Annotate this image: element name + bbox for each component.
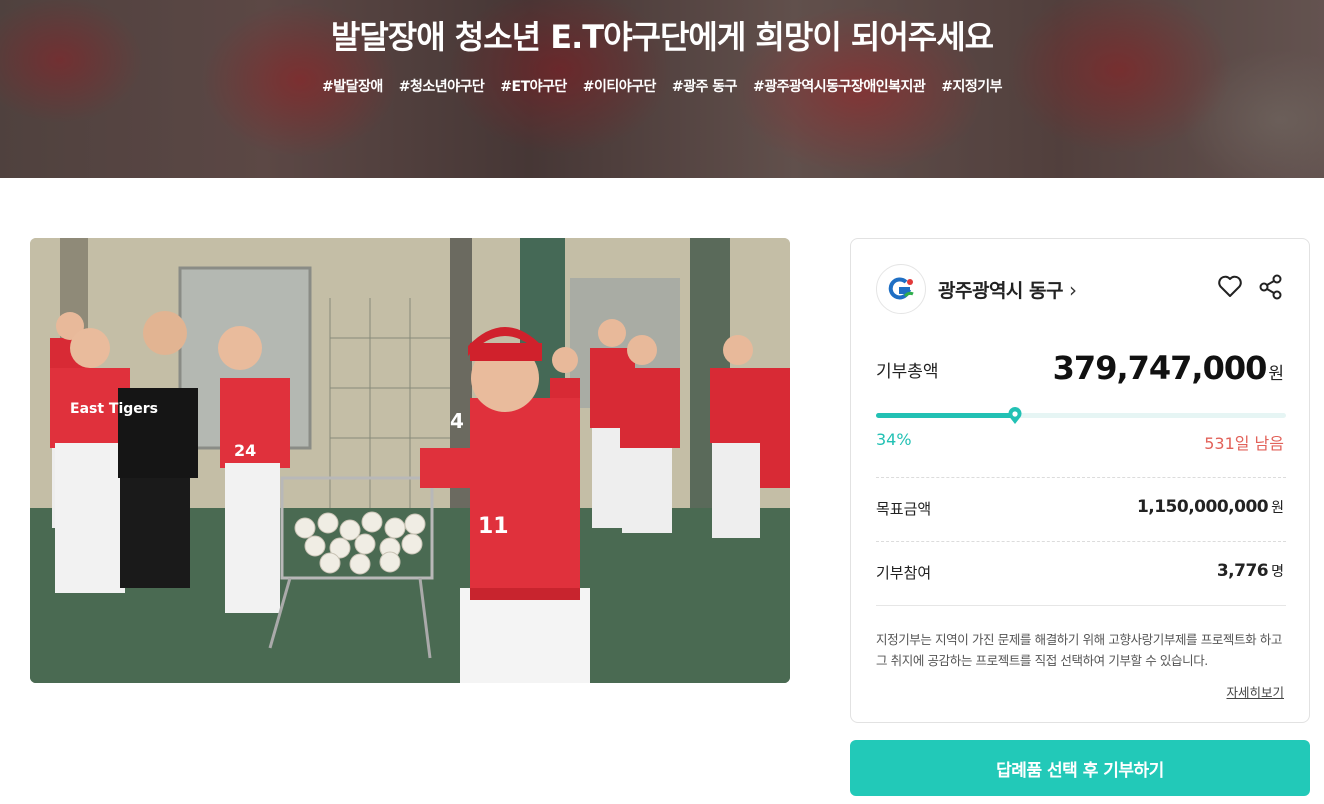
hashtag[interactable]: #광주광역시동구장애인복지관 <box>753 76 926 96</box>
project-photo: East Tigers 24 11 4 <box>30 238 790 683</box>
progress-fill <box>876 413 1016 418</box>
org-name-link[interactable]: 광주광역시 동구 › <box>938 276 1077 303</box>
org-logo[interactable] <box>876 264 926 314</box>
participants-unit: 명 <box>1271 564 1284 580</box>
divider <box>876 541 1286 542</box>
baseball-team-illustration: East Tigers 24 11 4 <box>30 238 790 683</box>
donation-info-card: 광주광역시 동구 › 기부총액 379,747,000 원 34% 531일 남… <box>850 238 1310 723</box>
divider <box>876 605 1286 606</box>
progress-marker-icon <box>1007 407 1023 429</box>
chevron-right-icon: › <box>1068 277 1077 302</box>
heart-icon[interactable] <box>1217 274 1243 302</box>
hashtag[interactable]: #이티야구단 <box>583 76 657 96</box>
designated-donation-description: 지정기부는 지역이 가진 문제를 해결하기 위해 고향사랑기부제를 프로젝트화 … <box>876 632 1282 668</box>
hashtag[interactable]: #지정기부 <box>941 76 1002 96</box>
donation-progress-bar <box>876 407 1286 424</box>
hero-banner: 발달장애 청소년 E.T야구단에게 희망이 되어주세요 #발달장애 #청소년야구… <box>0 0 1324 178</box>
goal-amount: 1,150,000,000 원 <box>1137 497 1284 517</box>
page-title: 발달장애 청소년 E.T야구단에게 희망이 되어주세요 <box>330 18 994 56</box>
hashtag-list: #발달장애 #청소년야구단 #ET야구단 #이티야구단 #광주 동구 #광주광역… <box>0 76 1324 96</box>
jersey-number: 24 <box>234 441 256 460</box>
days-remaining: 531일 남음 <box>1204 434 1284 453</box>
total-donation-value: 379,747,000 <box>1052 349 1268 387</box>
hashtag[interactable]: #광주 동구 <box>672 76 738 96</box>
total-donation-amount: 379,747,000 원 <box>1053 349 1284 387</box>
hashtag[interactable]: #발달장애 <box>322 76 383 96</box>
jersey-number: 4 <box>450 409 464 433</box>
total-donation-label: 기부총액 <box>876 362 939 382</box>
learn-more-link[interactable]: 자세히보기 <box>1226 682 1284 701</box>
currency-unit: 원 <box>1271 500 1284 516</box>
progress-percent: 34% <box>876 430 912 449</box>
participants-value: 3,776 <box>1216 561 1269 581</box>
dong-gu-logo-icon <box>888 277 914 300</box>
currency-unit: 원 <box>1268 364 1284 384</box>
divider <box>876 477 1286 478</box>
donate-button[interactable]: 답례품 선택 후 기부하기 <box>850 740 1310 796</box>
jersey-label: East Tigers <box>70 401 158 417</box>
hashtag[interactable]: #청소년야구단 <box>399 76 485 96</box>
participants-count: 3,776 명 <box>1217 561 1284 581</box>
org-name: 광주광역시 동구 <box>938 280 1063 302</box>
hashtag[interactable]: #ET야구단 <box>500 76 567 96</box>
participants-label: 기부참여 <box>876 564 932 582</box>
share-icon[interactable] <box>1259 274 1283 304</box>
goal-amount-value: 1,150,000,000 <box>1136 497 1269 517</box>
goal-amount-label: 목표금액 <box>876 500 932 518</box>
jersey-number: 11 <box>478 514 509 539</box>
